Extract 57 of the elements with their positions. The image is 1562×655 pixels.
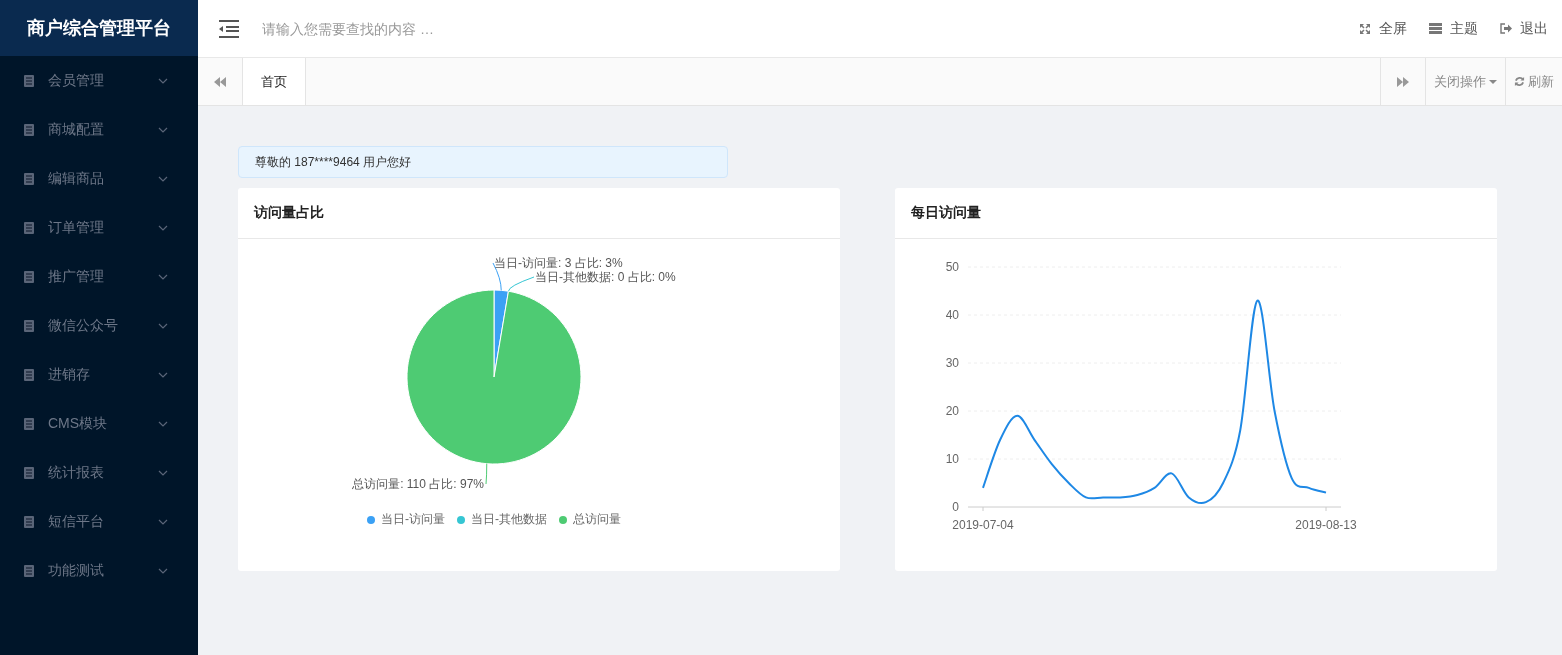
header-action-button[interactable]: 退出 xyxy=(1500,19,1548,38)
sidebar-item[interactable]: 编辑商品 xyxy=(0,154,198,203)
sidebar-item[interactable]: 微信公众号 xyxy=(0,301,198,350)
sidebar-item[interactable]: 统计报表 xyxy=(0,448,198,497)
document-icon xyxy=(24,515,34,528)
logout-icon xyxy=(1500,23,1512,34)
slice-label: 当日-访问量: 3 占比: 3% xyxy=(494,256,623,270)
card-title: 每日访问量 xyxy=(911,204,981,222)
document-icon xyxy=(24,74,34,87)
slice-label: 当日-其他数据: 0 占比: 0% xyxy=(535,270,676,284)
sidebar-item[interactable]: CMS模块 xyxy=(0,399,198,448)
y-tick-label: 40 xyxy=(945,308,959,322)
document-icon xyxy=(24,221,34,234)
y-tick-label: 30 xyxy=(945,356,959,370)
sidebar-item[interactable]: 短信平台 xyxy=(0,497,198,546)
legend-label: 总访问量 xyxy=(573,511,621,528)
sidebar-item[interactable]: 进销存 xyxy=(0,350,198,399)
legend-label: 当日-访问量 xyxy=(381,511,445,528)
x-tick-label: 2019-08-13 xyxy=(1295,518,1357,532)
legend-dot xyxy=(559,515,567,524)
app-title: 商户综合管理平台 xyxy=(0,0,198,56)
y-tick-label: 20 xyxy=(945,404,959,418)
header-action-button[interactable]: 主题 xyxy=(1429,19,1478,38)
sidebar-item[interactable]: 推广管理 xyxy=(0,252,198,301)
sidebar-item[interactable]: 会员管理 xyxy=(0,56,198,105)
leader-line xyxy=(485,463,488,485)
sidebar-item[interactable]: 商城配置 xyxy=(0,105,198,154)
page-tab[interactable]: 首页 xyxy=(243,58,306,105)
sidebar-item[interactable]: 功能测试 xyxy=(0,546,198,595)
x-tick-label: 2019-07-04 xyxy=(952,518,1014,532)
legend-label: 当日-其他数据 xyxy=(471,511,547,528)
double-left-arrow-icon xyxy=(214,76,226,87)
document-icon xyxy=(24,172,34,185)
expand-icon xyxy=(1359,22,1371,35)
legend-dot xyxy=(457,515,465,524)
document-icon xyxy=(24,417,34,430)
slice-label: 总访问量: 110 占比: 97% xyxy=(352,477,484,491)
menu-toggle-icon[interactable] xyxy=(218,19,240,38)
document-icon xyxy=(24,466,34,479)
y-tick-label: 50 xyxy=(945,260,959,274)
document-icon xyxy=(24,270,34,283)
legend-dot xyxy=(367,515,375,524)
refresh-icon xyxy=(1514,76,1525,87)
leader-line xyxy=(507,276,535,292)
y-tick-label: 10 xyxy=(945,452,959,466)
greeting-banner: 尊敬的 187****9464 用户您好 xyxy=(238,146,728,178)
card-title: 访问量占比 xyxy=(254,204,324,222)
caret-icon xyxy=(1489,79,1497,84)
document-icon xyxy=(24,123,34,136)
y-tick-label: 0 xyxy=(952,500,959,514)
list-icon xyxy=(1429,23,1442,34)
header-action-button[interactable]: 全屏 xyxy=(1359,19,1407,38)
document-icon xyxy=(24,368,34,381)
double-right-arrow-icon xyxy=(1397,76,1409,87)
document-icon xyxy=(24,564,34,577)
sidebar-item[interactable]: 订单管理 xyxy=(0,203,198,252)
document-icon xyxy=(24,319,34,332)
